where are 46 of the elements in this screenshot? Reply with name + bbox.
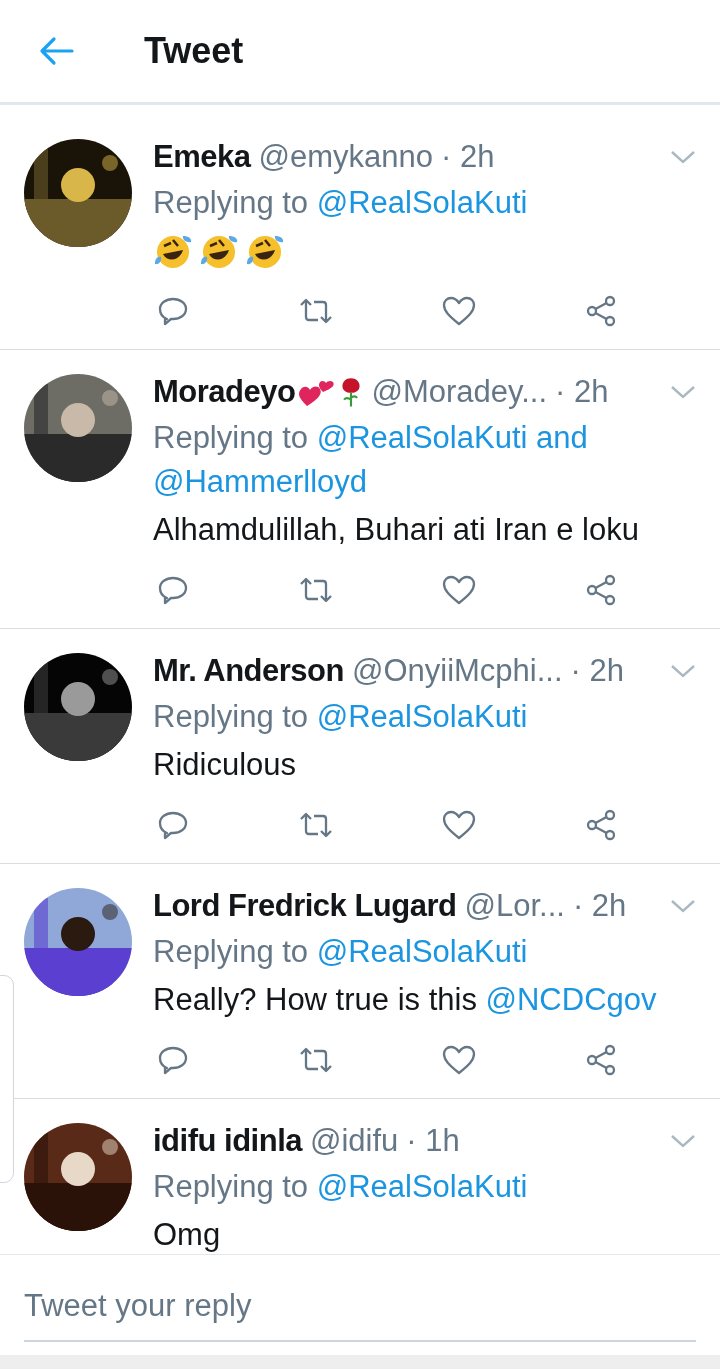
back-arrow-icon[interactable] — [38, 36, 74, 66]
mention-link[interactable]: @Hammerlloyd — [153, 464, 368, 499]
user-handle: @idifu — [310, 1123, 399, 1159]
replying-line: Replying to @RealSolaKuti and @Hammerlloyd — [153, 419, 589, 501]
share-icon[interactable] — [584, 295, 617, 327]
tweet-text: Ridiculous — [153, 746, 297, 784]
reply-icon[interactable] — [157, 295, 189, 327]
user-handle: @OnyiiMcphi... — [351, 653, 563, 689]
reply-icon[interactable] — [157, 574, 189, 606]
page-title: Tweet — [144, 30, 244, 72]
heart-icon[interactable] — [442, 295, 477, 327]
replying-line: Replying to @RealSolaKuti — [153, 1168, 529, 1206]
share-icon[interactable] — [584, 574, 617, 606]
tweet-text: Really? How true is this @NCDCgov — [153, 981, 658, 1019]
tweet-time: · 2h — [440, 139, 495, 175]
mention-link[interactable]: @NCDCgov — [485, 982, 657, 1017]
user-handle: @emykanno — [258, 139, 433, 175]
heart-icon[interactable] — [442, 809, 477, 841]
mention-link[interactable]: @RealSolaKuti — [316, 1169, 528, 1204]
share-icon[interactable] — [584, 809, 617, 841]
user-name[interactable]: Lord Fredrick Lugard — [153, 888, 457, 924]
heart-icon[interactable] — [442, 1044, 477, 1076]
heart-icon[interactable] — [442, 574, 477, 606]
user-name[interactable]: Emeka — [153, 139, 251, 175]
replying-line: Replying to @RealSolaKuti — [153, 184, 529, 222]
mention-link[interactable]: @RealSolaKuti — [316, 185, 528, 220]
tweet-time: · 1h — [406, 1123, 460, 1159]
tweet-time: · 2h — [555, 374, 609, 410]
user-name[interactable]: idifu idinla — [153, 1123, 302, 1159]
user-handle: @Lor... — [464, 888, 565, 924]
tweet-time: · 2h — [570, 653, 624, 689]
replying-line: Replying to @RealSolaKuti — [153, 933, 529, 971]
tweet-text: Alhamdulillah, Buhari ati Iran e loku — [153, 511, 640, 549]
reply-icon[interactable] — [157, 1044, 189, 1076]
tweet-text: Omg — [153, 1216, 222, 1254]
mention-link[interactable]: @RealSolaKuti — [316, 934, 528, 969]
share-icon[interactable] — [584, 1044, 617, 1076]
reply-icon[interactable] — [157, 809, 189, 841]
user-name[interactable]: Moradeyo — [153, 374, 296, 410]
tweet-time: · 2h — [572, 888, 627, 924]
user-name[interactable]: Mr. Anderson — [153, 653, 344, 689]
mention-link[interactable]: @RealSolaKuti — [316, 699, 528, 734]
reply-input-field[interactable]: Tweet your reply — [24, 1268, 696, 1342]
mention-link[interactable]: @RealSolaKuti — [316, 420, 528, 455]
replying-line: Replying to @RealSolaKuti — [153, 698, 529, 736]
user-handle: @Moradey... — [371, 374, 548, 410]
